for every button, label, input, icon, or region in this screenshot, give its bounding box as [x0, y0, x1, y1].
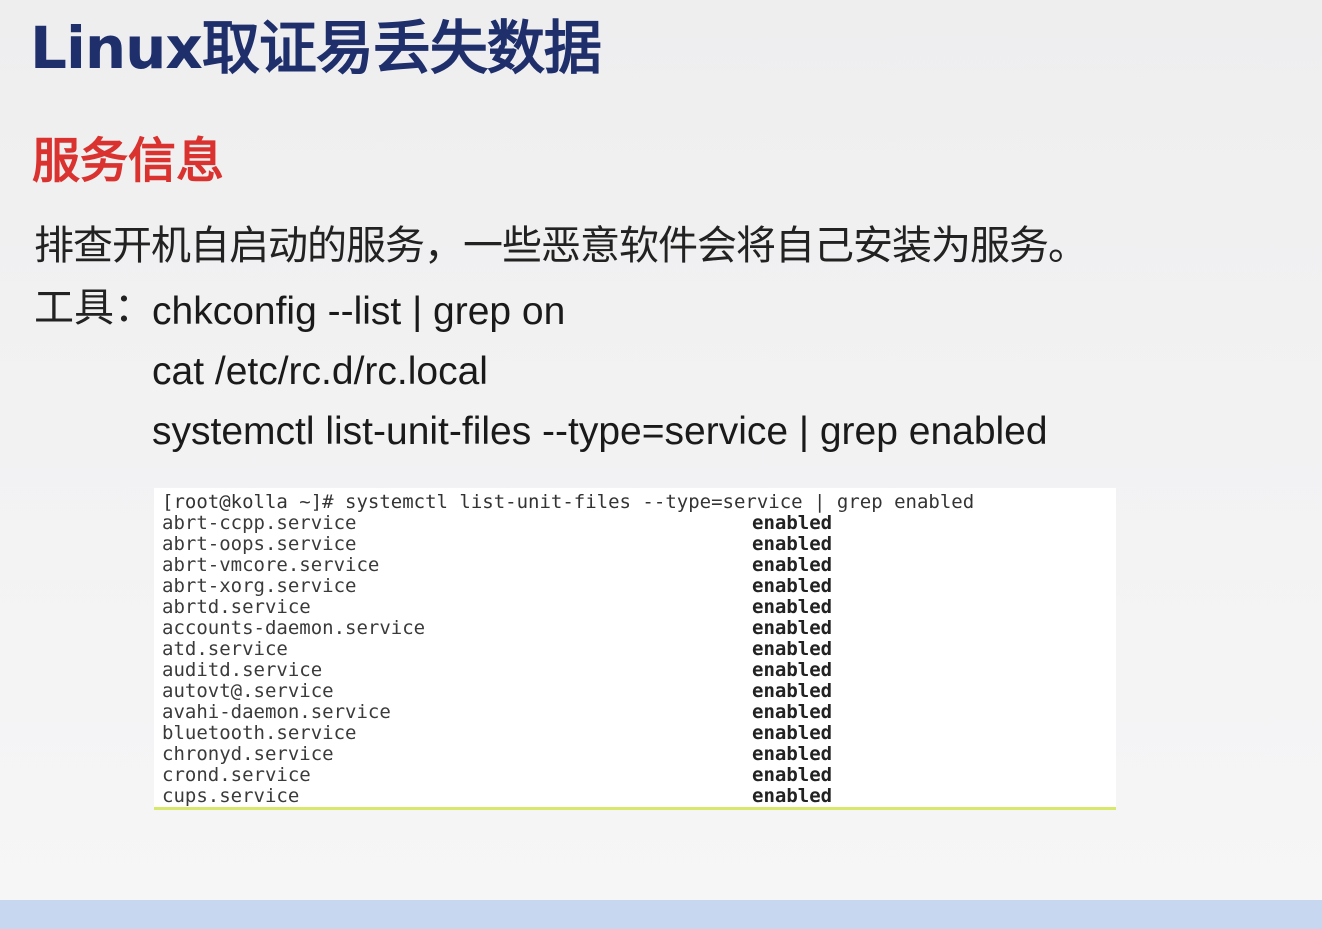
service-unit-state: enabled — [752, 554, 833, 576]
service-unit-name: auditd.service — [162, 659, 323, 681]
service-unit-state: enabled — [752, 533, 833, 555]
service-unit-state: enabled — [752, 743, 833, 765]
service-unit-state: enabled — [752, 659, 833, 681]
service-unit-name: cups.service — [162, 785, 300, 807]
command-rc-local: cat /etc/rc.d/rc.local — [152, 350, 488, 393]
service-unit-state: enabled — [752, 785, 833, 807]
service-unit-name: abrt-xorg.service — [162, 575, 357, 597]
slide-title: Linux取证易丢失数据 — [30, 14, 602, 82]
service-unit-name: crond.service — [162, 764, 311, 786]
service-unit-name: abrt-vmcore.service — [162, 554, 380, 576]
terminal-prompt-line: [root@kolla ~]# systemctl list-unit-file… — [162, 491, 975, 513]
service-unit-state: enabled — [752, 701, 833, 723]
service-unit-name: avahi-daemon.service — [162, 701, 391, 723]
service-unit-state: enabled — [752, 722, 833, 744]
service-unit-state: enabled — [752, 764, 833, 786]
service-unit-state: enabled — [752, 638, 833, 660]
service-unit-state: enabled — [752, 512, 833, 534]
service-unit-name: chronyd.service — [162, 743, 334, 765]
service-unit-name: abrtd.service — [162, 596, 311, 618]
tools-label: 工具： — [34, 285, 154, 331]
service-unit-name: atd.service — [162, 638, 288, 660]
service-unit-name: abrt-ccpp.service — [162, 512, 357, 534]
bottom-band — [0, 900, 1322, 929]
service-unit-state: enabled — [752, 617, 833, 639]
service-unit-name: autovt@.service — [162, 680, 334, 702]
service-unit-name: accounts-daemon.service — [162, 617, 426, 639]
section-heading: 服务信息 — [32, 133, 225, 189]
command-systemctl: systemctl list-unit-files --type=service… — [152, 410, 1048, 453]
description-text: 排查开机自启动的服务，一些恶意软件会将自己安装为服务。 — [34, 223, 1088, 269]
service-unit-state: enabled — [752, 680, 833, 702]
service-unit-name: bluetooth.service — [162, 722, 357, 744]
command-chkconfig: chkconfig --list | grep on — [152, 290, 566, 333]
terminal-screenshot: [root@kolla ~]# systemctl list-unit-file… — [154, 488, 1116, 810]
service-unit-state: enabled — [752, 596, 833, 618]
service-unit-name: abrt-oops.service — [162, 533, 357, 555]
service-unit-state: enabled — [752, 575, 833, 597]
